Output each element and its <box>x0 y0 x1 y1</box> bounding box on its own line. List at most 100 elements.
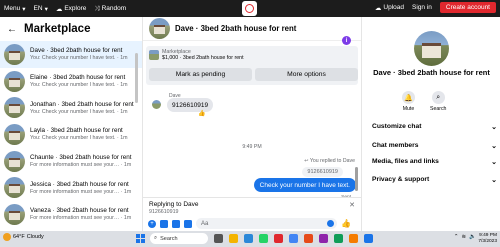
chrome-profile-icon[interactable] <box>289 234 298 243</box>
conversation-title: Jonathan · 3bed 2bath house for rent <box>30 100 134 108</box>
explore-label: Explore <box>64 5 87 12</box>
chevron-up-icon[interactable]: ⌃ <box>454 234 459 240</box>
weather-widget[interactable]: 64°F Cloudy <box>3 233 44 241</box>
conversation-avatar <box>4 97 25 119</box>
conversation-item[interactable]: Chaunte · 3bed 2bath house for rent For m… <box>0 148 142 175</box>
conversation-item[interactable]: Dave · 3bed 2bath house for rent You: Che… <box>0 41 142 68</box>
conversation-title: Dave · 3bed 2bath house for rent <box>30 47 123 55</box>
windows-taskbar: 64°F Cloudy ⌕ Search ⌃ ≋ 🔈 9:49 PM 7/3/2… <box>0 231 500 247</box>
search-action[interactable]: ⌕ Search <box>430 91 446 112</box>
incoming-message[interactable]: 9126610919 <box>167 98 214 112</box>
random-link[interactable]: ⤨ Random <box>94 5 126 13</box>
message-input[interactable]: Aa <box>196 218 337 229</box>
screen: Menu ▾ EN ▾ ☁ Explore ⤨ Random ☁ Upload <box>0 0 500 247</box>
conversation-item[interactable]: Jonathan · 3bed 2bath house for rent You:… <box>0 94 142 121</box>
conversation-text: Elaine · 3bed 2bath house for rent You: C… <box>30 74 128 88</box>
sign-in-button[interactable]: Sign in <box>412 4 432 11</box>
conversation-title: Layla · 3bed 2bath house for rent <box>30 127 123 135</box>
conversation-item[interactable]: Vaneza · 3bed 2bath house for rent For mo… <box>0 201 142 228</box>
listing-price-title[interactable]: $1,000 · 3bed 2bath house for rent <box>162 55 244 61</box>
speaker-icon[interactable]: 🔈 <box>469 234 476 240</box>
mute-action[interactable]: 🔔 Mute <box>402 91 415 112</box>
top-bar: Menu ▾ EN ▾ ☁ Explore ⤨ Random ☁ Upload <box>0 0 500 17</box>
plus-icon[interactable]: + <box>148 219 156 228</box>
site-logo[interactable] <box>242 1 257 16</box>
conversation-item[interactable]: Elaine · 3bed 2bath house for rent You: C… <box>0 68 142 95</box>
emoji-icon[interactable] <box>327 220 334 227</box>
app-icon[interactable] <box>304 234 313 243</box>
close-icon[interactable]: ✕ <box>349 201 355 209</box>
image-icon[interactable] <box>160 219 168 228</box>
mark-pending-button[interactable]: Mark as pending <box>149 68 252 81</box>
conversation-avatar <box>4 43 25 65</box>
chat-title[interactable]: Dave · 3bed 2bath house for rent <box>175 24 296 33</box>
chrome-icon[interactable] <box>274 234 283 243</box>
chevron-down-icon: ⌄ <box>491 159 497 166</box>
chat-avatar[interactable] <box>149 18 170 39</box>
details-section-2[interactable]: Media, files and links ⌄ <box>372 158 497 166</box>
app-icon-2[interactable] <box>319 234 328 243</box>
conversation-preview: You: Check your number I have text. · 1m <box>30 108 128 115</box>
wifi-icon[interactable]: ≋ <box>462 234 467 240</box>
conversation-title: Chaunte · 3bed 2bath house for rent <box>30 154 132 162</box>
back-arrow-icon[interactable]: ← <box>7 24 17 35</box>
chevron-down-icon: ▾ <box>22 5 26 13</box>
more-options-button[interactable]: More options <box>255 68 358 81</box>
taskbar-search[interactable]: ⌕ Search <box>150 233 208 244</box>
cloud-upload-icon: ☁ <box>374 4 382 12</box>
sidebar-scrollbar[interactable] <box>135 53 138 103</box>
details-section-label: Privacy & support <box>372 176 430 183</box>
gif-icon[interactable] <box>184 219 192 228</box>
explore-link[interactable]: ☁ Explore <box>56 5 87 13</box>
conversation-text: Layla · 3bed 2bath house for rent You: Ch… <box>30 127 128 141</box>
upload-button[interactable]: ☁ Upload <box>375 4 404 12</box>
quoted-message[interactable]: 9126610919 <box>302 167 343 177</box>
info-icon[interactable]: i <box>342 36 351 45</box>
listing-thumbnail[interactable] <box>149 50 159 60</box>
conversation-preview: For more information must see your… · 1m <box>30 162 132 169</box>
system-clock[interactable]: 9:49 PM 7/3/2023 <box>478 233 497 245</box>
weather-temp: 64°F <box>13 234 25 240</box>
random-label: Random <box>101 5 127 12</box>
profile-name[interactable]: Dave · 3bed 2bath house for rent <box>362 68 500 77</box>
conversation-list: Dave · 3bed 2bath house for rent You: Che… <box>0 41 142 228</box>
whatsapp-icon[interactable] <box>259 234 268 243</box>
sender-avatar[interactable] <box>152 100 161 109</box>
app-icon-5[interactable] <box>364 234 373 243</box>
conversation-preview: You: Check your number I have text. · 1m <box>30 55 128 62</box>
conversation-item[interactable]: Jessica · 3bed 2bath house for rent For m… <box>0 174 142 201</box>
app-icon-4[interactable] <box>349 234 358 243</box>
weather-desc: Cloudy <box>26 234 44 240</box>
explore-icon: ☁ <box>55 5 63 13</box>
conversation-avatar <box>4 123 25 145</box>
create-account-button[interactable]: Create account <box>439 2 496 13</box>
conversation-sidebar: ← Marketplace Dave · 3bed 2bath house fo… <box>0 17 143 231</box>
chat-scrollbar[interactable] <box>355 167 358 191</box>
details-section-1[interactable]: Chat members ⌄ <box>372 142 497 150</box>
conversation-text: Jonathan · 3bed 2bath house for rent You:… <box>30 101 134 115</box>
sun-icon <box>3 233 11 241</box>
details-section-3[interactable]: Privacy & support ⌄ <box>372 176 497 184</box>
taskbar-search-placeholder: Search <box>160 235 178 242</box>
task-view-icon[interactable] <box>214 234 223 243</box>
details-section-0[interactable]: Customize chat ⌄ <box>372 123 497 131</box>
conversation-text: Chaunte · 3bed 2bath house for rent For m… <box>30 154 132 168</box>
chevron-down-icon: ⌄ <box>491 143 497 150</box>
outgoing-message[interactable]: Check your number I have text. <box>253 178 356 192</box>
conversation-title: Vaneza · 3bed 2bath house for rent <box>30 207 129 215</box>
language-label: EN <box>33 5 43 12</box>
conversation-text: Vaneza · 3bed 2bath house for rent For mo… <box>30 207 131 221</box>
sticker-icon[interactable] <box>172 219 180 228</box>
conversation-item[interactable]: Layla · 3bed 2bath house for rent You: Ch… <box>0 121 142 148</box>
details-section-label: Chat members <box>372 142 419 149</box>
app-icon-3[interactable] <box>334 234 343 243</box>
windows-start-icon[interactable] <box>136 234 145 243</box>
menu-button[interactable]: Menu ▾ <box>4 5 26 13</box>
file-explorer-icon[interactable] <box>229 234 238 243</box>
language-button[interactable]: EN ▾ <box>34 5 48 13</box>
edge-browser-icon[interactable] <box>244 234 253 243</box>
marketplace-title: Marketplace <box>24 23 91 35</box>
thumbs-up-icon[interactable]: 👍 <box>341 219 351 228</box>
reply-preview-text: 9126610919 <box>149 209 179 215</box>
profile-avatar[interactable] <box>414 31 449 66</box>
